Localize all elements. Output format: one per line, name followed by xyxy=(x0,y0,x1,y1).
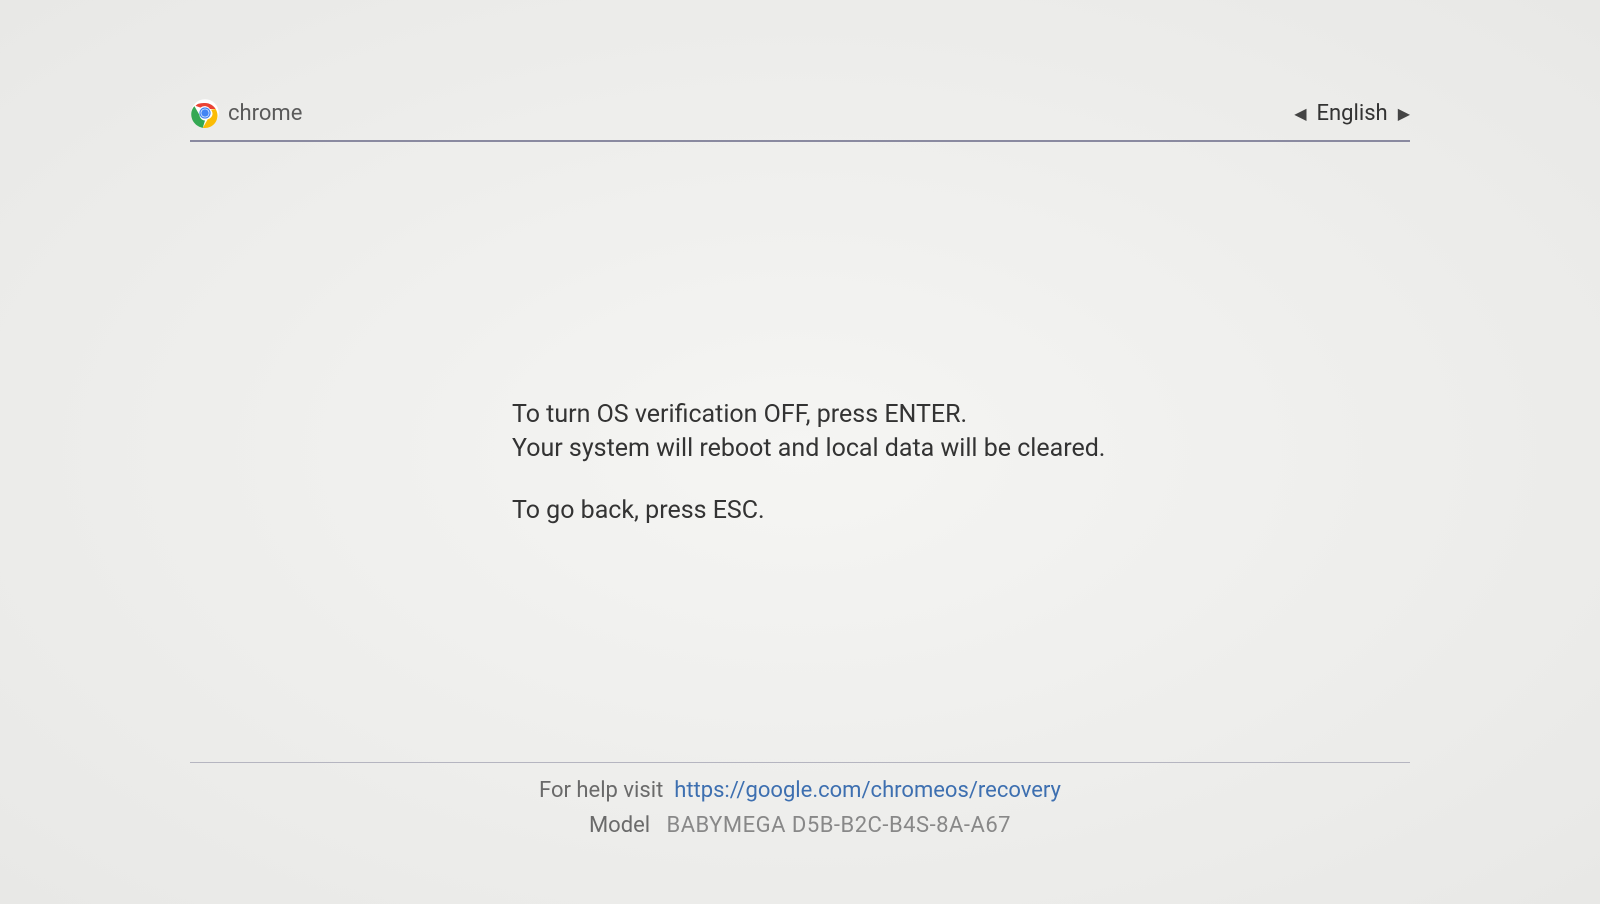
model-value: BABYMEGA D5B-B2C-B4S-8A-A67 xyxy=(667,813,1012,838)
chevron-right-icon: ▶ xyxy=(1398,104,1410,123)
footer: For help visit https://google.com/chrome… xyxy=(0,773,1600,843)
message-line-1: To turn OS verification OFF, press ENTER… xyxy=(512,398,1200,432)
chrome-icon xyxy=(190,98,220,128)
chevron-left-icon: ◀ xyxy=(1294,104,1306,123)
os-verification-screen: chrome ◀ English ▶ To turn OS verificati… xyxy=(0,0,1600,904)
help-prefix: For help visit xyxy=(539,778,663,803)
main-content: To turn OS verification OFF, press ENTER… xyxy=(512,398,1200,527)
help-line: For help visit https://google.com/chrome… xyxy=(0,773,1600,808)
model-line: Model BABYMEGA D5B-B2C-B4S-8A-A67 xyxy=(0,808,1600,843)
language-label: English xyxy=(1317,101,1388,126)
model-label: Model xyxy=(589,813,650,838)
language-selector[interactable]: ◀ English ▶ xyxy=(1294,101,1410,126)
help-link[interactable]: https://google.com/chromeos/recovery xyxy=(674,778,1061,803)
message-line-2: Your system will reboot and local data w… xyxy=(512,432,1200,466)
brand-label: chrome xyxy=(228,101,302,126)
message-line-3: To go back, press ESC. xyxy=(512,494,1200,528)
brand: chrome xyxy=(190,98,302,128)
spacer xyxy=(512,466,1200,494)
header: chrome ◀ English ▶ xyxy=(190,98,1410,142)
footer-divider xyxy=(190,762,1410,763)
